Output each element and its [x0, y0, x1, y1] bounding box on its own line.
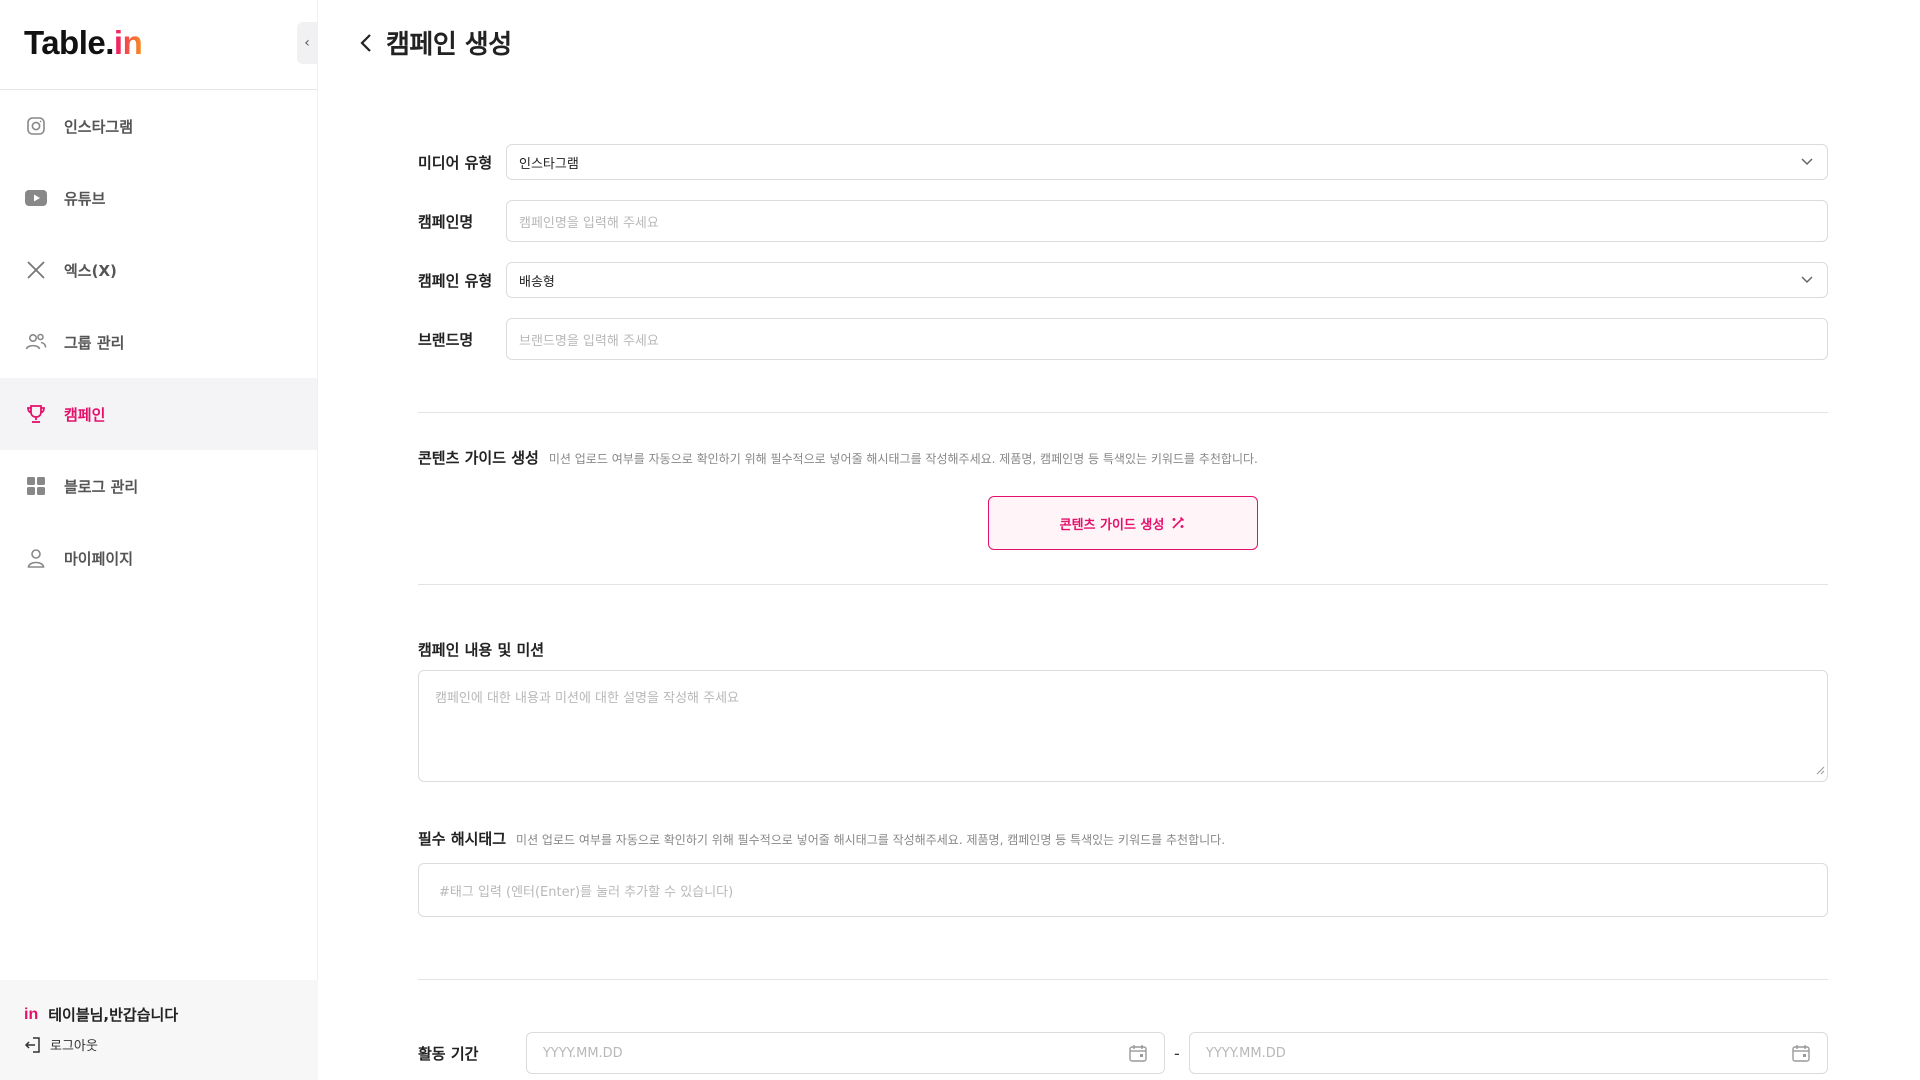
brand-name-row: 브랜드명 브랜드명을 입력해 주세요 [418, 318, 1828, 360]
campaign-content-textarea[interactable]: 캠페인에 대한 내용과 미션에 대한 설명을 작성해 주세요 [418, 670, 1828, 782]
sidebar-footer: in 테이블님,반갑습니다 로그아웃 [0, 980, 318, 1080]
x-icon [24, 258, 48, 282]
date-separator: - [1174, 1043, 1180, 1063]
resize-grip-icon[interactable] [1815, 764, 1825, 779]
sidebar-item-group[interactable]: 그룹 관리 [0, 306, 317, 378]
campaign-content-title: 캠페인 내용 및 미션 [418, 641, 545, 659]
hashtag-title: 필수 해시태그 [418, 830, 507, 848]
sidebar-item-youtube[interactable]: 유튜브 [0, 162, 317, 234]
logo-bar: Table.in ‹ [0, 0, 317, 90]
sidebar-item-label: 엑스(X) [64, 261, 117, 280]
sidebar-collapse-button[interactable]: ‹ [297, 22, 317, 64]
chevron-down-icon [1801, 276, 1813, 284]
sidebar-item-label: 마이페이지 [64, 549, 134, 568]
sidebar-nav: 인스타그램 유튜브 엑스(X) 그룹 관리 캠페인 블로그 관리 마이페이지 [0, 90, 317, 594]
divider [418, 584, 1828, 585]
sidebar-item-instagram[interactable]: 인스타그램 [0, 90, 317, 162]
user-greeting: in 테이블님,반갑습니다 [24, 1004, 294, 1025]
content-guide-button-wrap: 콘텐츠 가이드 생성 [418, 496, 1828, 550]
start-date-placeholder: YYYY.MM.DD [542, 1045, 623, 1061]
sidebar-item-x[interactable]: 엑스(X) [0, 234, 317, 306]
campaign-name-input[interactable]: 캠페인명을 입력해 주세요 [506, 200, 1828, 242]
sidebar-item-label: 블로그 관리 [64, 477, 139, 496]
logout-button[interactable]: 로그아웃 [24, 1035, 294, 1054]
campaign-form: 미디어 유형 인스타그램 캠페인명 캠페인명을 입력해 주세요 캠페인 유형 배… [418, 140, 1828, 1074]
generate-content-guide-label: 콘텐츠 가이드 생성 [1059, 517, 1165, 533]
page-title: 캠페인 생성 [386, 30, 512, 60]
campaign-type-label: 캠페인 유형 [418, 271, 493, 290]
sidebar-item-campaign[interactable]: 캠페인 [0, 378, 317, 450]
media-type-row: 미디어 유형 인스타그램 [418, 144, 1828, 180]
greeting-text: 테이블님,반갑습니다 [48, 1006, 179, 1024]
activity-period-row: 활동 기간 YYYY.MM.DD - YYYY.MM.DD [418, 1032, 1828, 1074]
grid-icon [24, 474, 48, 498]
group-icon [24, 330, 48, 354]
trophy-icon [24, 402, 48, 426]
logo-main: Table. [24, 24, 114, 61]
instagram-icon [24, 114, 48, 138]
campaign-type-value: 배송형 [519, 274, 555, 290]
sidebar-item-label: 캠페인 [64, 405, 106, 424]
campaign-content-header: 캠페인 내용 및 미션 [418, 639, 1828, 660]
campaign-type-row: 캠페인 유형 배송형 [418, 262, 1828, 298]
calendar-icon[interactable] [1791, 1043, 1811, 1063]
hashtag-header: 필수 해시태그 미션 업로드 여부를 자동으로 확인하기 위해 필수적으로 넣어… [418, 828, 1828, 849]
end-date-placeholder: YYYY.MM.DD [1205, 1045, 1286, 1061]
calendar-icon[interactable] [1128, 1043, 1148, 1063]
page-header: 캠페인 생성 [356, 24, 512, 61]
brand-mark: in [24, 1005, 39, 1023]
divider [418, 412, 1828, 413]
main-content: 캠페인 생성 미디어 유형 인스타그램 캠페인명 캠페인명을 입력해 주세요 캠… [318, 0, 1920, 1080]
logo-accent: in [113, 24, 143, 61]
campaign-content-placeholder: 캠페인에 대한 내용과 미션에 대한 설명을 작성해 주세요 [435, 691, 740, 706]
youtube-icon [24, 186, 48, 210]
hashtag-placeholder: #태그 입력 (엔터(Enter)를 눌러 추가할 수 있습니다) [439, 884, 734, 900]
media-type-value: 인스타그램 [519, 156, 579, 172]
sidebar-item-blog[interactable]: 블로그 관리 [0, 450, 317, 522]
campaign-name-label: 캠페인명 [418, 212, 474, 231]
end-date-input[interactable]: YYYY.MM.DD [1188, 1032, 1828, 1074]
sidebar-item-label: 그룹 관리 [64, 333, 125, 352]
start-date-input[interactable]: YYYY.MM.DD [525, 1032, 1165, 1074]
logout-icon [24, 1036, 42, 1054]
hashtag-input[interactable]: #태그 입력 (엔터(Enter)를 눌러 추가할 수 있습니다) [418, 863, 1828, 917]
chevron-down-icon [1801, 158, 1813, 166]
media-type-label: 미디어 유형 [418, 153, 493, 172]
magic-wand-icon [1170, 515, 1186, 531]
brand-name-label: 브랜드명 [418, 330, 474, 349]
content-guide-header: 콘텐츠 가이드 생성 미션 업로드 여부를 자동으로 확인하기 위해 필수적으로… [418, 447, 1828, 468]
media-type-select[interactable]: 인스타그램 [506, 144, 1828, 180]
sidebar: Table.in ‹ 인스타그램 유튜브 엑스(X) 그룹 관리 캠페인 블로그… [0, 0, 318, 1080]
content-guide-title: 콘텐츠 가이드 생성 [418, 449, 539, 467]
divider [418, 979, 1828, 980]
user-icon [24, 546, 48, 570]
logo[interactable]: Table.in [24, 24, 143, 62]
logout-label: 로그아웃 [50, 1039, 98, 1054]
chevron-left-icon [360, 33, 371, 52]
generate-content-guide-button[interactable]: 콘텐츠 가이드 생성 [988, 496, 1258, 550]
campaign-name-row: 캠페인명 캠페인명을 입력해 주세요 [418, 200, 1828, 242]
brand-name-placeholder: 브랜드명을 입력해 주세요 [519, 333, 659, 349]
back-button[interactable] [356, 32, 378, 54]
chevron-left-icon: ‹ [304, 35, 310, 51]
sidebar-item-mypage[interactable]: 마이페이지 [0, 522, 317, 594]
sidebar-item-label: 유튜브 [64, 189, 106, 208]
campaign-type-select[interactable]: 배송형 [506, 262, 1828, 298]
sidebar-item-label: 인스타그램 [64, 117, 134, 136]
brand-name-input[interactable]: 브랜드명을 입력해 주세요 [506, 318, 1828, 360]
hashtag-desc: 미션 업로드 여부를 자동으로 확인하기 위해 필수적으로 넣어줄 해시태그를 … [516, 833, 1226, 847]
campaign-name-placeholder: 캠페인명을 입력해 주세요 [519, 215, 659, 231]
activity-period-label: 활동 기간 [418, 1044, 479, 1063]
content-guide-desc: 미션 업로드 여부를 자동으로 확인하기 위해 필수적으로 넣어줄 해시태그를 … [548, 452, 1258, 466]
